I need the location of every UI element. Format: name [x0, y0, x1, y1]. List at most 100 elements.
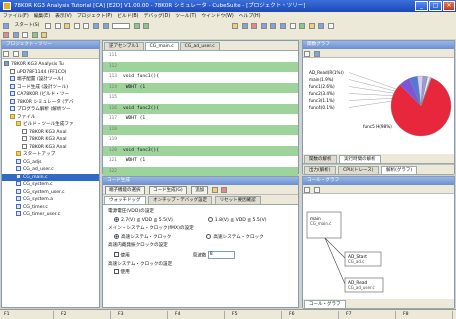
copy-icon[interactable] — [73, 22, 80, 29]
tree-item[interactable]: CG_system_user.c — [2, 188, 99, 197]
remove-icon[interactable] — [12, 50, 19, 57]
add-file-icon[interactable] — [3, 50, 9, 57]
tree-item[interactable]: CA78K0R (ビルド・ツー — [2, 91, 99, 99]
tree-item[interactable]: 端子配置 (設計ツール) — [2, 76, 99, 84]
refresh-icon[interactable] — [313, 50, 320, 57]
fkey-3[interactable]: F3 — [114, 311, 168, 319]
code-line[interactable]: 115 — [103, 93, 298, 104]
timer-icon[interactable] — [22, 31, 29, 38]
menu-item-5[interactable]: デバッグ(D) — [144, 14, 171, 19]
download-icon[interactable] — [232, 22, 239, 29]
code-line[interactable]: 112 — [103, 61, 298, 72]
tab-function-analysis[interactable]: 関数の解析 — [304, 155, 337, 163]
tree-item[interactable]: コード生成 (設計ツール) — [2, 83, 99, 92]
tab-output[interactable]: 出力(解析) — [304, 166, 336, 174]
menu-item-8[interactable]: ヘルプ(H) — [239, 14, 261, 19]
menu-item-3[interactable]: プロジェクト(P) — [77, 14, 112, 19]
zoom-icon[interactable] — [304, 50, 310, 57]
fkey-5[interactable]: F5 — [228, 311, 282, 319]
editor-tab[interactable]: 逆アセンブル1 — [104, 42, 144, 50]
undo-icon[interactable] — [93, 22, 100, 29]
zoom-out-icon[interactable] — [313, 186, 320, 193]
tree-item[interactable]: ファイル — [2, 113, 99, 122]
folder-icon[interactable] — [211, 186, 218, 193]
code-line[interactable]: 121 WDHT (1 — [103, 156, 298, 167]
cut-icon[interactable] — [64, 22, 71, 29]
fkey-4[interactable]: F4 — [171, 311, 225, 319]
hs-checkbox[interactable] — [114, 269, 119, 274]
tree-item[interactable]: CG_timer_user.c — [2, 211, 99, 219]
analyze-icon[interactable] — [41, 31, 48, 38]
new-icon[interactable] — [3, 22, 9, 29]
fkey-1[interactable]: F1 — [0, 311, 54, 319]
tab-exec-time-analysis[interactable]: 実行時間の解析 — [339, 155, 381, 163]
maximize-button[interactable]: □ — [429, 1, 442, 11]
code-line[interactable]: 114 WDHT (1 — [103, 82, 298, 93]
tab-call-graph[interactable]: コール・グラフ — [304, 300, 346, 308]
tree-item[interactable]: スタートアップ — [2, 151, 99, 159]
reset-icon[interactable] — [289, 22, 296, 29]
code-line[interactable]: 120 void func3(){ — [103, 145, 298, 156]
memory-icon[interactable] — [327, 22, 334, 29]
tab-on-chip-debug[interactable]: オンチップ・デバッグ設定 — [148, 196, 213, 204]
close-button[interactable]: × — [443, 1, 455, 11]
fkey-8[interactable]: F8 — [399, 311, 453, 319]
tree-item[interactable]: CG_system.a — [2, 196, 99, 204]
freq-select[interactable]: 8 — [207, 250, 235, 259]
delete-icon[interactable] — [221, 186, 228, 193]
trace-icon[interactable] — [308, 22, 315, 29]
minimize-button[interactable]: _ — [415, 1, 428, 11]
step-out-icon[interactable] — [279, 22, 286, 29]
zoom-in-icon[interactable] — [304, 186, 310, 193]
menu-item-4[interactable]: ビルド(B) — [117, 14, 138, 19]
step-over-icon[interactable] — [270, 22, 277, 29]
run-to-icon[interactable] — [299, 22, 306, 29]
menu-item-2[interactable]: 表示(V) — [55, 14, 72, 19]
vdd-radio-2[interactable] — [207, 216, 213, 222]
code-line[interactable]: 117 WDHT (1 — [103, 114, 298, 125]
event-icon[interactable] — [12, 31, 19, 38]
menu-item-1[interactable]: 編集(E) — [34, 14, 50, 19]
save-icon[interactable] — [45, 22, 52, 29]
breakpoint-icon[interactable] — [3, 31, 9, 38]
go-icon[interactable] — [241, 22, 248, 29]
code-line[interactable]: 113 void func1(){ — [103, 72, 298, 83]
tree-item[interactable]: CG_timer.c — [2, 203, 99, 212]
tree-item[interactable]: CG_main.c — [2, 173, 99, 181]
tree-item[interactable]: 78K0R シミュレータ (デバ — [2, 98, 99, 107]
tree-item[interactable]: 78K0R KG3 Anal — [2, 128, 99, 137]
tree-item[interactable]: CG_ad_user.c — [2, 166, 99, 174]
tree-item[interactable]: uPD78F1144 (FF1CO) — [2, 68, 99, 77]
clock-radio-2[interactable] — [206, 233, 212, 239]
fkey-6[interactable]: F6 — [285, 311, 339, 319]
tree-item[interactable]: CG_system.c — [2, 181, 99, 189]
menu-item-7[interactable]: ウインドウ(W) — [201, 14, 233, 19]
tab-watchdog[interactable]: ウォッチドッグ — [104, 196, 146, 204]
menu-item-6[interactable]: ツール(T) — [175, 14, 196, 19]
redo-icon[interactable] — [102, 22, 109, 29]
rebuild-icon[interactable] — [143, 22, 150, 29]
editor-tab[interactable]: CG_ad_user.c — [179, 42, 220, 50]
start-label[interactable]: スタート(S) — [15, 23, 40, 28]
code-line[interactable]: 119 — [103, 135, 298, 146]
build-icon[interactable] — [133, 22, 140, 29]
step-in-icon[interactable] — [260, 22, 267, 29]
tree-item[interactable]: 78K0R KG3 Anal — [2, 136, 99, 144]
coverage-icon[interactable] — [31, 31, 38, 38]
osc-checkbox[interactable] — [114, 252, 119, 257]
watch-icon[interactable] — [318, 22, 325, 29]
generate-code-button[interactable]: コード生成(G) — [149, 186, 187, 194]
tree-item[interactable]: プログラム解析 (解析ツー — [2, 106, 99, 114]
tab-analysis-graph[interactable]: 解析(グラフ) — [381, 166, 418, 174]
paste-icon[interactable] — [83, 22, 90, 29]
open-icon[interactable] — [54, 22, 61, 29]
tab-cpu-trace[interactable]: CPU(トレース) — [338, 166, 379, 174]
tree-item[interactable]: 78K0R KG3 Anal — [2, 143, 99, 152]
tree-item[interactable]: ビルド・ツール生成ファ — [2, 121, 99, 129]
add-button[interactable]: 追加 — [191, 186, 209, 194]
search-box[interactable] — [112, 22, 131, 29]
vdd-radio-1[interactable] — [114, 216, 119, 222]
stop-icon[interactable] — [251, 22, 258, 29]
tree-item[interactable]: CG_adjs — [2, 158, 99, 167]
pin-function-button[interactable]: 端子機能の選択 — [105, 186, 145, 194]
